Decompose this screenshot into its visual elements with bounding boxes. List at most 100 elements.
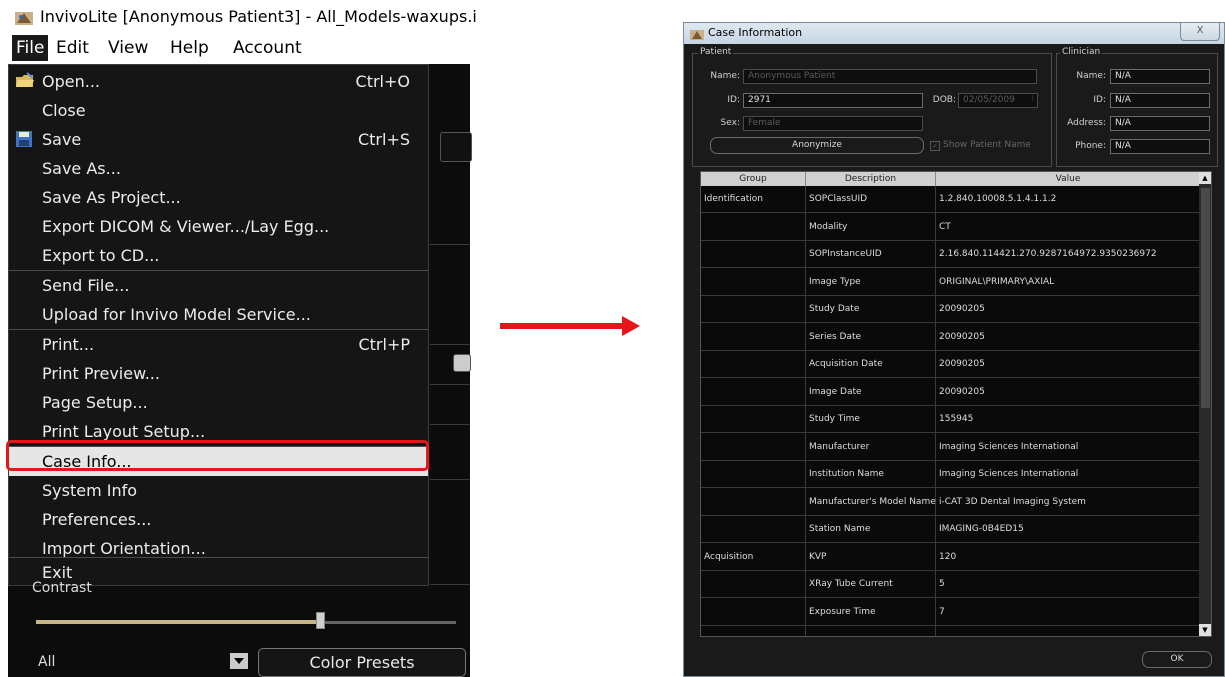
menu-item-save-as[interactable]: Save As...: [9, 154, 428, 183]
clinician-phone-field[interactable]: N/A: [1110, 139, 1210, 154]
menu-item-send-file[interactable]: Send File...: [9, 271, 428, 300]
cell-value: 7: [939, 606, 945, 617]
cell-description: Acquisition Date: [809, 359, 883, 369]
invivo-app-window: InvivoLite [Anonymous Patient3] - All_Mo…: [0, 0, 477, 677]
table-row[interactable]: Series Date 20090205: [701, 324, 1201, 351]
dob-field[interactable]: 02/05/2009 ⁝: [958, 93, 1038, 108]
cell-group: Acquisition: [704, 551, 754, 562]
clinician-address-label: Address:: [1067, 118, 1106, 128]
clinician-name-field[interactable]: N/A: [1110, 69, 1210, 84]
dob-label: DOB:: [932, 95, 956, 105]
menu-item-export-dicom[interactable]: Export DICOM & Viewer.../Lay Egg...: [9, 212, 428, 241]
table-row[interactable]: Institution Name Imaging Sciences Interna…: [701, 461, 1201, 488]
table-row[interactable]: Image Type ORIGINAL\PRIMARY\AXIAL: [701, 269, 1201, 296]
dialog-title: Case Information: [708, 26, 803, 39]
menu-item-system-info[interactable]: System Info: [9, 476, 428, 505]
table-row[interactable]: Station Name IMAGING-0B4ED15: [701, 516, 1201, 543]
panel-button[interactable]: [440, 132, 472, 162]
menu-item-upload[interactable]: Upload for Invivo Model Service...: [9, 300, 428, 329]
cell-description: Manufacturer's Model Name: [809, 496, 936, 507]
menu-file[interactable]: File: [12, 35, 49, 61]
show-patient-name-checkbox[interactable]: ✓ Show Patient Name: [930, 140, 1031, 151]
column-header-description[interactable]: Description: [806, 172, 936, 186]
cell-value: i-CAT 3D Dental Imaging System: [939, 496, 1086, 507]
table-row[interactable]: Exposure Time 7: [701, 599, 1201, 626]
column-header-group[interactable]: Group: [701, 172, 806, 186]
menu-item-print-preview[interactable]: Print Preview...: [9, 359, 428, 388]
cell-value: CT: [939, 221, 951, 232]
table-row[interactable]: Study Date 20090205: [701, 296, 1201, 323]
table-row[interactable]: Manufacturer Imaging Sciences Internation…: [701, 434, 1201, 461]
patient-id-field[interactable]: 2971: [743, 93, 923, 108]
column-header-value[interactable]: Value: [936, 172, 1201, 186]
menu-item-save[interactable]: Save Ctrl+S: [9, 125, 428, 154]
cell-description: Series Date: [809, 331, 862, 342]
table-row[interactable]: Study Time 155945: [701, 406, 1201, 433]
table-row[interactable]: Image Date 20090205: [701, 379, 1201, 406]
table-row[interactable]: Modality CT: [701, 214, 1201, 241]
app-logo-icon: [14, 9, 34, 31]
cell-value: Imaging Sciences International: [939, 441, 1079, 452]
cell-description: Study Time: [809, 414, 860, 424]
patient-group-label: Patient: [698, 47, 734, 57]
group-select[interactable]: All: [30, 650, 252, 674]
menu-item-save-as-project[interactable]: Save As Project...: [9, 183, 428, 212]
ok-button[interactable]: OK: [1142, 651, 1212, 668]
cell-value: 1.2.840.10008.5.1.4.1.1.2: [939, 194, 1057, 204]
cell-description: Exposure Time: [809, 606, 876, 617]
case-information-dialog: Case Information X Patient Name: Anonymo…: [683, 22, 1225, 677]
table-row[interactable]: Identification SOPClassUID 1.2.840.10008.5…: [701, 186, 1201, 213]
save-disk-icon: [15, 130, 33, 152]
cell-value: IMAGING-0B4ED15: [939, 524, 1024, 534]
table-row[interactable]: XRay Tube Current 5: [701, 571, 1201, 598]
menu-item-preferences[interactable]: Preferences...: [9, 505, 428, 534]
clinician-id-field[interactable]: N/A: [1110, 93, 1210, 108]
cell-description: Modality: [809, 221, 848, 232]
cell-description: SOPClassUID: [809, 194, 868, 204]
scroll-up-icon[interactable]: ▲: [1199, 172, 1211, 184]
scrollbar-thumb[interactable]: [1201, 188, 1210, 408]
clinician-address-field[interactable]: N/A: [1110, 116, 1210, 131]
contrast-slider-thumb[interactable]: [316, 612, 325, 629]
menu-item-close[interactable]: Close: [9, 96, 428, 125]
menu-item-page-setup[interactable]: Page Setup...: [9, 388, 428, 417]
patient-name-field[interactable]: Anonymous Patient: [743, 69, 1037, 84]
color-presets-button[interactable]: Color Presets: [258, 648, 466, 677]
cell-description: Image Type: [809, 276, 861, 287]
table-row[interactable]: SOPInstanceUID 2.16.840.114421.270.928716…: [701, 241, 1201, 268]
menu-account[interactable]: Account: [233, 38, 302, 58]
right-arrow-icon: [500, 316, 640, 336]
anonymize-button[interactable]: Anonymize: [710, 137, 924, 154]
folder-open-icon: [15, 72, 35, 94]
case-info-highlight-box: [6, 440, 429, 471]
menu-bar: File Edit View Help Account: [8, 35, 470, 64]
dropdown-arrow-icon[interactable]: [453, 354, 471, 372]
close-button[interactable]: X: [1180, 23, 1220, 41]
cell-description: Station Name: [809, 524, 871, 534]
patient-sex-field[interactable]: Female: [743, 116, 923, 131]
cell-description: Manufacturer: [809, 441, 870, 452]
menu-item-export-cd[interactable]: Export to CD...: [9, 241, 428, 270]
spinner-icon[interactable]: ⁝: [1031, 94, 1034, 103]
title-bar: InvivoLite [Anonymous Patient3] - All_Mo…: [0, 0, 477, 35]
app-logo-icon: [690, 26, 704, 45]
cell-value: ORIGINAL\PRIMARY\AXIAL: [939, 276, 1055, 287]
clinician-id-label: ID:: [1093, 95, 1106, 105]
cell-value: 20090205: [939, 304, 985, 314]
patient-id-label: ID:: [727, 95, 740, 105]
cell-description: Institution Name: [809, 469, 884, 479]
menu-edit[interactable]: Edit: [56, 38, 89, 58]
table-row[interactable]: Acquisition KVP 120: [701, 544, 1201, 571]
case-info-table: Group Description Value Identification SO…: [700, 171, 1212, 637]
table-scrollbar[interactable]: ▲ ▼: [1199, 172, 1211, 636]
cell-value: 155945: [939, 414, 974, 424]
scroll-down-icon[interactable]: ▼: [1199, 624, 1211, 636]
cell-description: Study Date: [809, 304, 860, 314]
table-row[interactable]: Manufacturer's Model Name i-CAT 3D Dental…: [701, 489, 1201, 516]
table-row[interactable]: Acquisition Date 20090205: [701, 351, 1201, 378]
menu-view[interactable]: View: [108, 38, 148, 58]
menu-help[interactable]: Help: [170, 38, 209, 58]
menu-item-print[interactable]: Print... Ctrl+P: [9, 330, 428, 359]
clinician-name-label: Name:: [1076, 71, 1106, 81]
menu-item-open[interactable]: Open... Ctrl+O: [9, 67, 428, 96]
